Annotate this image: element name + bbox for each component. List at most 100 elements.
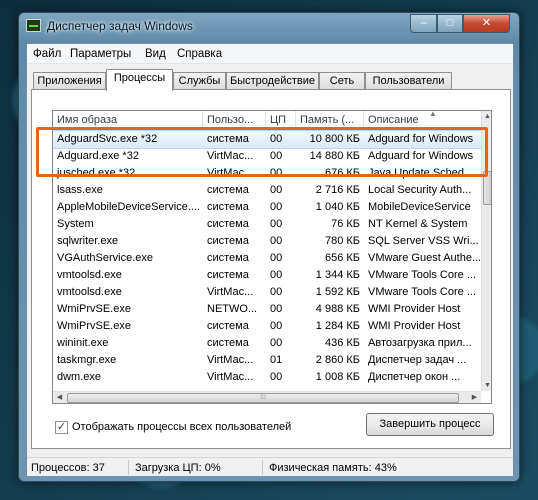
cell-description: WMI Provider Host [368,303,461,315]
tab-users[interactable]: Пользователи [365,72,452,90]
scroll-left-icon[interactable]: ◀ [53,392,66,403]
column-cpu[interactable]: ЦП [266,111,296,130]
cell-cpu: 00 [270,286,283,298]
cell-user: VirtMac... [207,286,254,298]
minimize-icon: ‒ [420,17,427,29]
table-row[interactable]: wininit.exe система 00 436 КБ Автозагрузка п… [53,335,481,352]
status-separator [262,460,263,475]
task-manager-icon [26,19,41,32]
tab-network[interactable]: Сеть [319,72,365,90]
cell-image-name: AppleMobileDeviceService.... [57,201,201,213]
cell-image-name: lsass.exe [57,184,103,196]
cell-memory: 1 008 КБ [315,371,360,383]
cell-memory: 14 880 КБ [309,150,360,162]
tab-performance[interactable]: Быстродействие [226,72,319,90]
cell-description: Adguard for Windows [368,133,474,145]
table-row[interactable]: VGAuthService.exe система 00 656 КБ VMware G… [53,250,481,267]
table-row[interactable]: AppleMobileDeviceService.... система 00 1 0… [53,199,481,216]
scroll-down-icon[interactable]: ▼ [482,380,491,391]
tab-applications[interactable]: Приложения [33,72,106,90]
status-cpu-usage: Загрузка ЦП: 0% [135,462,221,474]
column-image-name[interactable]: Имя образа [53,111,203,130]
cell-cpu: 01 [270,354,283,366]
title-bar[interactable]: Диспетчер задач Windows ‒ □ ✕ [19,13,519,39]
cell-memory: 4 988 КБ [315,303,360,315]
cell-image-name: WmiPrvSE.exe [57,320,131,332]
table-row[interactable]: Adguard.exe *32 VirtMac... 00 14 880 КБ Adgu… [53,148,481,165]
cell-memory: 10 800 КБ [309,133,360,145]
cell-image-name: sqlwriter.exe [57,235,119,247]
cell-description: MobileDeviceService [368,201,471,213]
column-user[interactable]: Пользо... [203,111,266,130]
menu-view[interactable]: Вид [145,48,166,60]
cell-user: VirtMac... [207,167,254,179]
cell-user: система [207,133,249,145]
cell-description: VMware Guest Authe... [368,252,481,264]
table-row[interactable]: AdguardSvc.exe *32 система 00 10 800 КБ Adgu… [53,130,482,149]
close-icon: ✕ [481,17,492,29]
cell-cpu: 00 [270,133,283,145]
cell-description: Adguard for Windows [368,150,474,162]
cell-user: система [207,218,249,230]
cell-cpu: 00 [270,337,283,349]
process-rows: AdguardSvc.exe *32 система 00 10 800 КБ Adgu… [53,130,482,386]
cell-memory: 436 КБ [324,337,360,349]
cell-image-name: dwm.exe [57,371,102,383]
table-row[interactable]: lsass.exe система 00 2 716 КБ Local Security… [53,182,481,199]
minimize-button[interactable]: ‒ [410,14,437,33]
menu-options[interactable]: Параметры [70,48,131,60]
cell-user: NETWO... [207,303,258,315]
menu-file[interactable]: Файл [33,48,61,60]
close-button[interactable]: ✕ [463,14,510,33]
table-row[interactable]: taskmgr.exe VirtMac... 01 2 860 КБ Диспетчер… [53,352,481,369]
table-row[interactable]: dwm.exe VirtMac... 00 1 008 КБ Диспетчер око… [53,369,481,386]
cell-cpu: 00 [270,235,283,247]
cell-image-name: jusched.exe *32 [57,167,136,179]
tab-services[interactable]: Службы [173,72,226,90]
cell-user: VirtMac... [207,354,254,366]
column-description[interactable]: Описание [364,111,481,130]
column-memory[interactable]: Память (... [296,111,364,130]
tab-strip: Приложения Процессы Службы Быстродействи… [27,68,513,91]
cell-description: Java Update Sched... [368,167,474,179]
status-physical-memory: Физическая память: 43% [269,462,397,474]
cell-description: Автозагрузка прил... [368,337,472,349]
vertical-scrollbar[interactable]: ▲ ▼ [481,111,491,391]
cell-cpu: 00 [270,303,283,315]
cell-image-name: wininit.exe [57,337,109,349]
cell-memory: 780 КБ [324,235,360,247]
table-row[interactable]: jusched.exe *32 VirtMac... 00 676 КБ Java Up… [53,165,481,182]
cell-memory: 76 КБ [331,218,360,230]
menu-bar: Файл Параметры Вид Справка [27,44,513,64]
menu-help[interactable]: Справка [177,48,222,60]
cell-image-name: WmiPrvSE.exe [57,303,131,315]
cell-cpu: 00 [270,167,283,179]
horizontal-scrollbar[interactable]: ◀ ⁞⁞⁞ ▶ [53,391,481,403]
cell-cpu: 00 [270,320,283,332]
maximize-button[interactable]: □ [437,14,463,33]
table-row[interactable]: WmiPrvSE.exe NETWO... 00 4 988 КБ WMI Provid… [53,301,481,318]
cell-memory: 1 344 КБ [315,269,360,281]
cell-description: VMware Tools Core ... [368,286,477,298]
vertical-scroll-thumb[interactable] [483,171,491,205]
table-row[interactable]: vmtoolsd.exe VirtMac... 00 1 592 КБ VMware T… [53,284,481,301]
cell-memory: 1 284 КБ [315,320,360,332]
scroll-up-icon[interactable]: ▲ [482,111,491,122]
tab-processes[interactable]: Процессы [106,69,173,91]
cell-memory: 676 КБ [324,167,360,179]
table-row[interactable]: System система 00 76 КБ NT Kernel & System [53,216,481,233]
show-all-users-checkbox[interactable]: ✓ [55,421,68,434]
cell-description: SQL Server VSS Wri... [368,235,479,247]
show-all-users-label[interactable]: Отображать процессы всех пользователей [72,421,291,433]
end-process-button[interactable]: Завершить процесс [366,413,494,436]
table-row[interactable]: vmtoolsd.exe система 00 1 344 КБ VMware Tool… [53,267,481,284]
process-list[interactable]: Имя образа Пользо... ЦП Память (... Опис… [52,110,492,404]
cell-image-name: Adguard.exe *32 [57,150,139,162]
horizontal-scroll-thumb[interactable]: ⁞⁞⁞ [67,393,459,403]
scroll-right-icon[interactable]: ▶ [468,392,481,403]
cell-user: система [207,235,249,247]
table-row[interactable]: sqlwriter.exe система 00 780 КБ SQL Server V… [53,233,481,250]
cell-user: система [207,201,249,213]
cell-description: Local Security Auth... [368,184,472,196]
table-row[interactable]: WmiPrvSE.exe система 00 1 284 КБ WMI Provide… [53,318,481,335]
